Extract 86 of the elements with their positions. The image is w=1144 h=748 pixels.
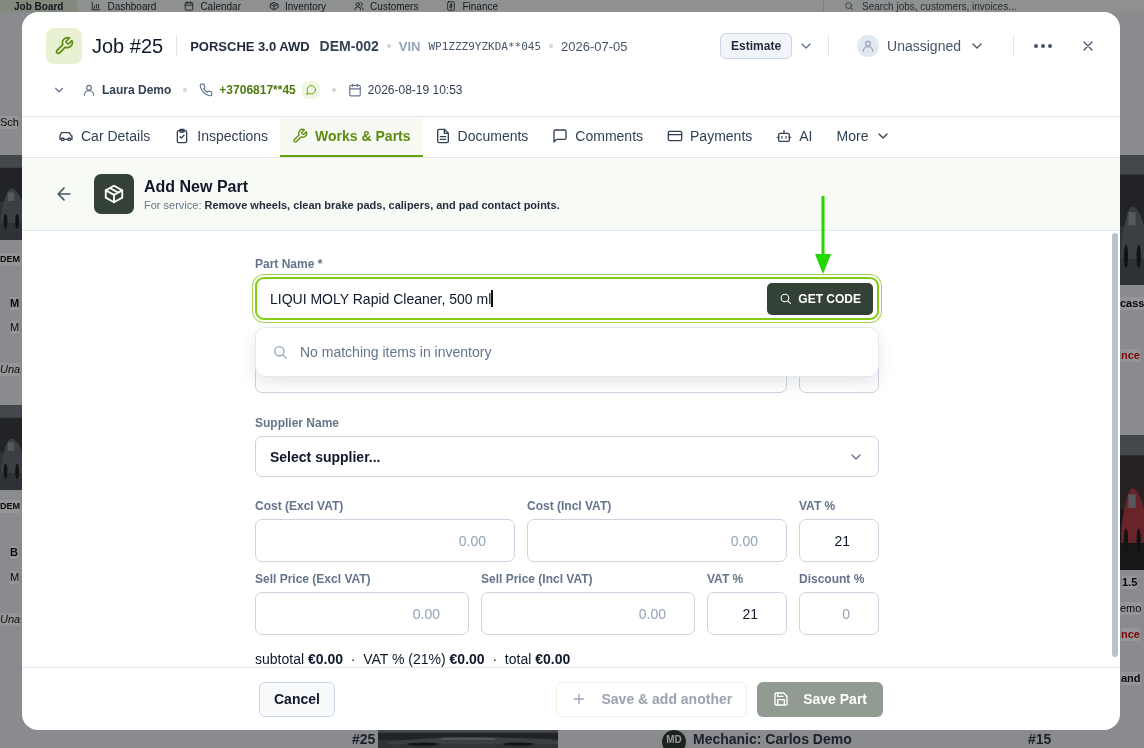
box-icon: [268, 1, 279, 11]
people-icon: [354, 1, 365, 11]
avatar: MD: [662, 730, 686, 748]
nav-item[interactable]: Customers: [340, 0, 433, 12]
chart-icon: [91, 1, 102, 11]
nav-item[interactable]: Calendar: [170, 0, 255, 12]
calendar-icon: [347, 83, 362, 97]
chat-button[interactable]: [301, 81, 320, 99]
wrench-icon: [54, 36, 74, 56]
field-label: Discount %: [799, 572, 866, 586]
nav-item[interactable]: Dashboard: [77, 0, 171, 12]
card-text: cass: [1120, 297, 1144, 310]
box-icon: [103, 183, 125, 205]
assignee-dropdown[interactable]: Unassigned: [851, 34, 991, 58]
vin-number: WP1ZZZ9YZKDA**045: [428, 39, 541, 53]
field-label: Cost (Excl VAT): [255, 499, 345, 513]
panel-title: Add New Part: [144, 177, 249, 196]
person-icon: [82, 83, 96, 97]
card-text: Una: [0, 363, 21, 376]
supplier-select[interactable]: Select supplier...: [255, 436, 879, 477]
card-text: M: [10, 297, 20, 310]
field-label: Supplier Name: [255, 416, 341, 431]
job-number: #25: [352, 731, 376, 747]
job-number: #15: [1028, 731, 1052, 747]
service-description: For service: Remove wheels, clean brake pads, calipers, and pad contact points.: [144, 198, 560, 211]
card-text: and: [1121, 672, 1141, 685]
phone-link[interactable]: +3706817**45: [219, 83, 296, 97]
search-icon: [844, 1, 854, 11]
customer-name: Laura Demo: [102, 83, 172, 97]
tab[interactable]: Comments: [540, 117, 656, 157]
status-text: nce: [1121, 349, 1140, 362]
tab[interactable]: Payments: [655, 117, 765, 157]
calendar-icon: [184, 1, 195, 11]
vin-label: VIN: [398, 38, 421, 54]
tab[interactable]: Car Details: [46, 117, 163, 157]
plate-text: DEM: [0, 253, 20, 266]
cancel-button[interactable]: Cancel: [259, 681, 335, 717]
tab[interactable]: Inspections: [162, 117, 281, 157]
appointment-date: 2026-08-19 10:53: [367, 83, 463, 97]
part-name-field[interactable]: LIQUI MOLY Rapid Cleaner, 500 ml GET CODE: [255, 277, 879, 321]
tab[interactable]: Documents: [422, 117, 541, 157]
tab[interactable]: Works & Parts: [280, 117, 423, 157]
totals-summary: subtotal €0.00 · VAT % (21%) €0.00 · total €0.00: [255, 651, 572, 667]
field-label: VAT %: [707, 572, 745, 586]
number-field[interactable]: 21: [707, 592, 787, 635]
field-label: Part Name *: [255, 257, 324, 271]
card-text: M: [10, 571, 20, 584]
car-model: PORSCHE 3.0 AWD: [190, 38, 310, 54]
empty-message: No matching items in inventory: [300, 344, 492, 360]
job-title: Job #25: [92, 34, 164, 58]
status-text: nce: [1121, 628, 1140, 641]
robot-icon: [776, 128, 793, 144]
card-text: 1.5: [1122, 576, 1138, 589]
nav-item[interactable]: Inventory: [254, 0, 341, 12]
field-label: VAT %: [799, 499, 837, 513]
chat-icon: [552, 128, 569, 144]
wrench-icon: [292, 128, 309, 144]
number-field[interactable]: 21: [799, 519, 879, 562]
plate-text: DEM: [0, 500, 20, 513]
card-text: Una: [0, 613, 21, 626]
get-code-button[interactable]: GET CODE: [767, 282, 873, 315]
person-icon: [861, 39, 876, 53]
phone-icon: [199, 83, 214, 97]
card-text: Sch: [0, 116, 19, 129]
invoice-icon: [446, 1, 457, 11]
scrollbar[interactable]: [1112, 233, 1118, 657]
document-icon: [434, 128, 451, 144]
field-label: Sell Price (Incl VAT): [481, 572, 594, 586]
status-button[interactable]: Estimate: [720, 33, 793, 59]
chat-icon: [304, 84, 317, 96]
field-label: Sell Price (Excl VAT): [255, 572, 372, 586]
search-icon: [779, 292, 793, 306]
plate-number: DEM-002: [319, 38, 379, 54]
card-text: M: [10, 321, 20, 334]
nav-item[interactable]: Finance: [432, 0, 513, 12]
field-label: Cost (Incl VAT): [527, 499, 613, 513]
card-text: emo: [1120, 602, 1142, 615]
search-icon: [272, 344, 288, 360]
tab[interactable]: AI: [764, 117, 825, 157]
nav-item[interactable]: Job Board: [0, 0, 78, 12]
card-text: B: [10, 546, 18, 559]
tab[interactable]: More: [824, 117, 904, 157]
job-date: 2026-07-05: [561, 38, 628, 54]
save-icon: [773, 691, 790, 707]
mechanic-name: Mechanic: Carlos Demo: [693, 731, 852, 747]
card-icon: [667, 128, 684, 144]
